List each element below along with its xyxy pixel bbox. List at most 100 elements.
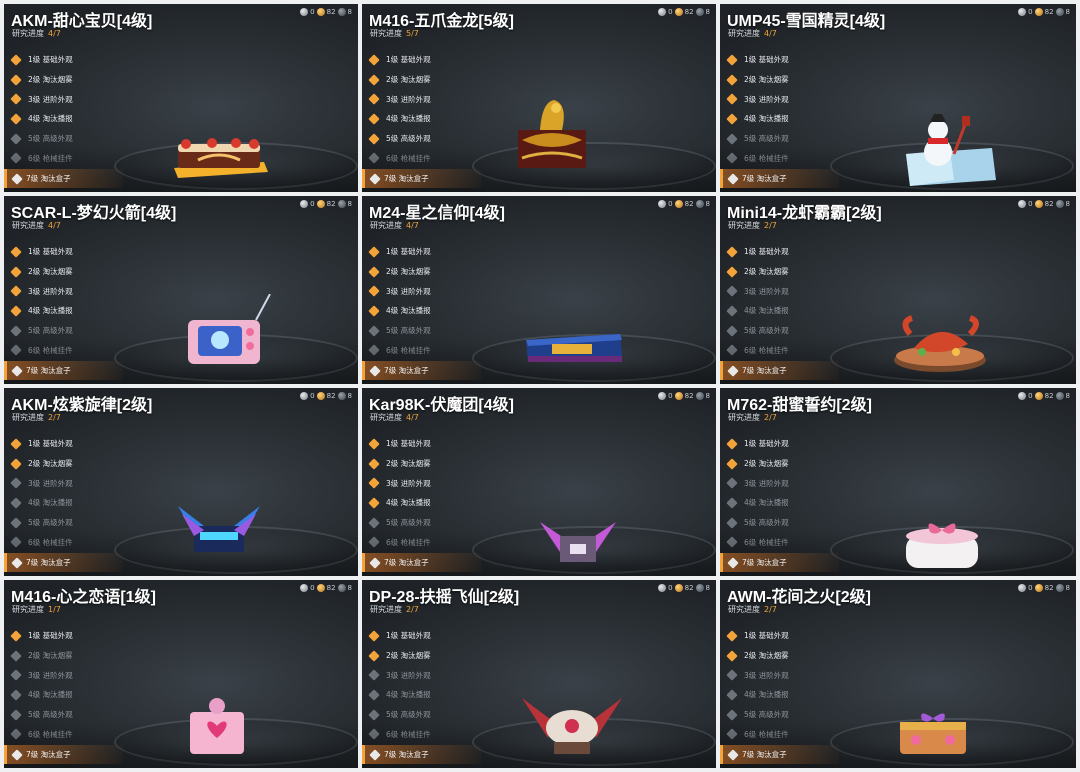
level-item[interactable]: 6级 枪械挂件 xyxy=(368,532,431,552)
level-item[interactable]: 1级 基础外观 xyxy=(368,50,431,70)
level-item[interactable]: 2级 淘汰烟雾 xyxy=(726,70,789,90)
level-item[interactable]: 3级 进阶外观 xyxy=(726,281,789,301)
level-item-box[interactable]: 7级 淘汰盒子 xyxy=(362,361,481,380)
level-item[interactable]: 4级 淘汰播报 xyxy=(368,493,431,513)
level-item-box[interactable]: 7级 淘汰盒子 xyxy=(720,553,839,572)
level-item[interactable]: 4级 淘汰播报 xyxy=(10,493,73,513)
golden-dragon-box-icon[interactable] xyxy=(512,96,592,176)
level-item-box[interactable]: 7级 淘汰盒子 xyxy=(720,169,839,188)
level-item[interactable]: 4级 淘汰播报 xyxy=(726,109,789,129)
level-item[interactable]: 5级 高级外观 xyxy=(368,705,431,725)
level-item[interactable]: 2级 淘汰烟雾 xyxy=(10,70,73,90)
level-item[interactable]: 5级 高级外观 xyxy=(726,321,789,341)
level-item[interactable]: 3级 进阶外观 xyxy=(368,89,431,109)
level-item[interactable]: 6级 枪械挂件 xyxy=(10,532,73,552)
level-item[interactable]: 5级 高级外观 xyxy=(10,513,73,533)
level-item[interactable]: 3级 进阶外观 xyxy=(368,281,431,301)
level-item-box[interactable]: 7级 淘汰盒子 xyxy=(4,553,123,572)
level-item[interactable]: 4级 淘汰播报 xyxy=(10,685,73,705)
level-item[interactable]: 1级 基础外观 xyxy=(10,434,73,454)
level-item[interactable]: 6级 枪械挂件 xyxy=(726,148,789,168)
star-case-box-icon[interactable] xyxy=(522,326,626,370)
pink-radio-box-icon[interactable] xyxy=(184,293,274,374)
level-item[interactable]: 5级 高级外观 xyxy=(368,129,431,149)
level-item[interactable]: 6级 枪械挂件 xyxy=(10,724,73,744)
level-item[interactable]: 3级 进阶外观 xyxy=(10,281,73,301)
level-item[interactable]: 2级 淘汰烟雾 xyxy=(368,262,431,282)
level-item[interactable]: 4级 淘汰播报 xyxy=(726,301,789,321)
level-item[interactable]: 6级 枪械挂件 xyxy=(10,148,73,168)
purple-winged-box-icon[interactable] xyxy=(538,516,618,570)
level-item[interactable]: 5级 高级外观 xyxy=(726,513,789,533)
level-item[interactable]: 5级 高级外观 xyxy=(368,513,431,533)
flower-chest-box-icon[interactable] xyxy=(896,708,970,762)
neon-winged-box-icon[interactable] xyxy=(174,496,264,564)
skin-panel[interactable]: UMP45-雪国精灵[4级] 研究进度 4/7 0 82 8 1级 基础外观 2级 淘… xyxy=(720,4,1076,192)
level-item[interactable]: 4级 淘汰播报 xyxy=(368,301,431,321)
level-item[interactable]: 1级 基础外观 xyxy=(10,242,73,262)
cake-box-icon[interactable] xyxy=(164,130,274,184)
skin-panel[interactable]: M24-星之信仰[4级] 研究进度 4/7 0 82 8 1级 基础外观 2级 淘汰烟… xyxy=(362,196,716,384)
level-item[interactable]: 2级 淘汰烟雾 xyxy=(10,646,73,666)
level-item[interactable]: 1级 基础外观 xyxy=(368,434,431,454)
level-item[interactable]: 3级 进阶外观 xyxy=(726,473,789,493)
level-item[interactable]: 4级 淘汰播报 xyxy=(10,301,73,321)
level-item[interactable]: 3级 进阶外观 xyxy=(10,665,73,685)
level-item-box[interactable]: 7级 淘汰盒子 xyxy=(362,745,481,764)
level-item-box[interactable]: 7级 淘汰盒子 xyxy=(4,169,123,188)
skin-panel[interactable]: Mini14-龙虾霸霸[2级] 研究进度 2/7 0 82 8 1级 基础外观 2级 … xyxy=(720,196,1076,384)
skin-panel[interactable]: DP-28-扶摇飞仙[2级] 研究进度 2/7 0 82 8 1级 基础外观 2级 淘… xyxy=(362,580,716,768)
skin-panel[interactable]: AKM-炫紫旋律[2级] 研究进度 2/7 0 82 8 1级 基础外观 2级 淘汰烟… xyxy=(4,388,358,576)
level-item[interactable]: 1级 基础外观 xyxy=(10,50,73,70)
level-item[interactable]: 3级 进阶外观 xyxy=(368,665,431,685)
level-item[interactable]: 4级 淘汰播报 xyxy=(726,685,789,705)
level-item[interactable]: 3级 进阶外观 xyxy=(10,473,73,493)
level-item[interactable]: 6级 枪械挂件 xyxy=(10,340,73,360)
level-item[interactable]: 2级 淘汰烟雾 xyxy=(726,262,789,282)
level-item[interactable]: 5级 高级外观 xyxy=(368,321,431,341)
heart-chest-box-icon[interactable] xyxy=(184,692,250,762)
level-item-box[interactable]: 7级 淘汰盒子 xyxy=(720,361,839,380)
level-item[interactable]: 2级 淘汰烟雾 xyxy=(368,70,431,90)
level-item[interactable]: 3级 进阶外观 xyxy=(726,665,789,685)
level-item[interactable]: 5级 高级外观 xyxy=(10,705,73,725)
skin-panel[interactable]: SCAR-L-梦幻火箭[4级] 研究进度 4/7 0 82 8 1级 基础外观 2级 … xyxy=(4,196,358,384)
skin-panel[interactable]: Kar98K-伏魔团[4级] 研究进度 4/7 0 82 8 1级 基础外观 2级 淘… xyxy=(362,388,716,576)
level-item-box[interactable]: 7级 淘汰盒子 xyxy=(4,745,123,764)
skin-panel[interactable]: AKM-甜心宝贝[4级] 研究进度 4/7 0 82 8 1级 基础外观 2级 淘汰烟… xyxy=(4,4,358,192)
level-item[interactable]: 2级 淘汰烟雾 xyxy=(726,646,789,666)
level-item[interactable]: 1级 基础外观 xyxy=(726,626,789,646)
level-item[interactable]: 6级 枪械挂件 xyxy=(368,340,431,360)
level-item[interactable]: 6级 枪械挂件 xyxy=(726,532,789,552)
level-item[interactable]: 5级 高级外观 xyxy=(10,321,73,341)
level-item[interactable]: 6级 枪械挂件 xyxy=(368,724,431,744)
skin-panel[interactable]: AWM-花间之火[2级] 研究进度 2/7 0 82 8 1级 基础外观 2级 淘汰烟… xyxy=(720,580,1076,768)
level-item[interactable]: 2级 淘汰烟雾 xyxy=(10,262,73,282)
skin-panel[interactable]: M416-五爪金龙[5级] 研究进度 5/7 0 82 8 1级 基础外观 2级 淘汰… xyxy=(362,4,716,192)
snowman-box-icon[interactable] xyxy=(896,114,1006,192)
level-item-box[interactable]: 7级 淘汰盒子 xyxy=(720,745,839,764)
level-item[interactable]: 6级 枪械挂件 xyxy=(368,148,431,168)
level-item[interactable]: 2级 淘汰烟雾 xyxy=(726,454,789,474)
level-item[interactable]: 2级 淘汰烟雾 xyxy=(10,454,73,474)
level-item[interactable]: 2级 淘汰烟雾 xyxy=(368,454,431,474)
skin-panel[interactable]: M416-心之恋语[1级] 研究进度 1/7 0 82 8 1级 基础外观 2级 淘汰… xyxy=(4,580,358,768)
level-item[interactable]: 1级 基础外观 xyxy=(726,50,789,70)
level-item[interactable]: 5级 高级外观 xyxy=(726,705,789,725)
level-item[interactable]: 3级 进阶外观 xyxy=(726,89,789,109)
level-item[interactable]: 1级 基础外观 xyxy=(368,242,431,262)
ribbon-gift-box-icon[interactable] xyxy=(900,514,984,576)
lobster-plate-box-icon[interactable] xyxy=(890,304,990,378)
level-item[interactable]: 4级 淘汰播报 xyxy=(726,493,789,513)
level-item[interactable]: 1级 基础外观 xyxy=(726,434,789,454)
level-item-box[interactable]: 7级 淘汰盒子 xyxy=(362,553,481,572)
crimson-wing-box-icon[interactable] xyxy=(520,692,624,762)
level-item[interactable]: 4级 淘汰播报 xyxy=(368,109,431,129)
level-item[interactable]: 2级 淘汰烟雾 xyxy=(368,646,431,666)
level-item[interactable]: 3级 进阶外观 xyxy=(10,89,73,109)
level-item[interactable]: 6级 枪械挂件 xyxy=(726,340,789,360)
skin-panel[interactable]: M762-甜蜜誓约[2级] 研究进度 2/7 0 82 8 1级 基础外观 2级 淘汰… xyxy=(720,388,1076,576)
level-item[interactable]: 1级 基础外观 xyxy=(726,242,789,262)
level-item[interactable]: 1级 基础外观 xyxy=(10,626,73,646)
level-item[interactable]: 4级 淘汰播报 xyxy=(368,685,431,705)
